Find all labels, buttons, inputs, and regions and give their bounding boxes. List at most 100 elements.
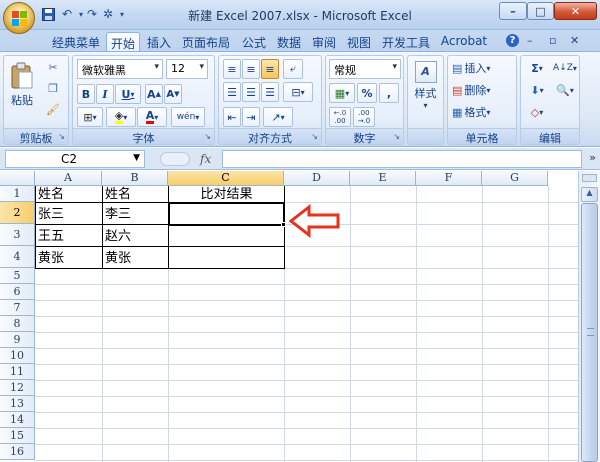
formula-bar-splitter[interactable]: [160, 152, 190, 166]
office-button[interactable]: [3, 2, 35, 34]
font-name-combo[interactable]: 微软雅黑 ▾: [77, 59, 163, 79]
row-header-4[interactable]: 4: [0, 246, 35, 268]
cell-B1[interactable]: 姓名: [103, 187, 168, 202]
row-header-8[interactable]: 8: [0, 316, 35, 332]
select-all-corner[interactable]: [0, 171, 35, 186]
cell-B2[interactable]: 李三: [103, 205, 168, 224]
column-header-G[interactable]: G: [482, 171, 548, 186]
align-center-button[interactable]: ☰: [242, 82, 260, 102]
align-right-button[interactable]: ☰: [261, 82, 279, 102]
tab-insert[interactable]: 插入: [143, 32, 175, 51]
row-header-3[interactable]: 3: [0, 224, 35, 246]
column-header-F[interactable]: F: [416, 171, 482, 186]
fill-button[interactable]: ⬇ ▾: [523, 80, 551, 100]
tab-developer[interactable]: 开发工具: [378, 32, 434, 51]
row-header-10[interactable]: 10: [0, 348, 35, 364]
expand-formula-bar-icon[interactable]: »: [589, 151, 596, 164]
italic-button[interactable]: I: [96, 84, 114, 104]
clear-button[interactable]: ◇ ▾: [523, 102, 551, 122]
row-header-15[interactable]: 15: [0, 428, 35, 444]
alignment-launcher-icon[interactable]: ↘: [311, 132, 318, 141]
workbook-close-icon[interactable]: ✕: [570, 34, 579, 47]
row-header-11[interactable]: 11: [0, 364, 35, 380]
format-cells-button[interactable]: ▦ 格式 ▾: [451, 102, 515, 122]
shrink-font-button[interactable]: A ▼: [164, 84, 182, 104]
column-header-E[interactable]: E: [350, 171, 416, 186]
tab-page-layout[interactable]: 页面布局: [177, 32, 235, 51]
align-middle-button[interactable]: ≡: [242, 59, 260, 79]
autosum-button[interactable]: Σ ▾: [523, 58, 551, 78]
fill-color-button[interactable]: ◈ ▾: [106, 107, 136, 127]
row-header-5[interactable]: 5: [0, 268, 35, 284]
column-header-D[interactable]: D: [284, 171, 350, 186]
tab-classic-menu[interactable]: 经典菜单: [48, 32, 104, 51]
phonetic-guide-button[interactable]: wén ▾: [171, 107, 205, 127]
number-format-combo[interactable]: 常规 ▾: [329, 59, 401, 79]
percent-button[interactable]: %: [357, 83, 377, 103]
formula-input[interactable]: [222, 150, 582, 168]
align-left-button[interactable]: ☰: [223, 82, 241, 102]
scroll-thumb[interactable]: [581, 203, 598, 462]
font-size-combo[interactable]: 12 ▾: [166, 59, 208, 79]
insert-function-button[interactable]: fx: [200, 152, 211, 166]
row-header-16[interactable]: 16: [0, 444, 35, 460]
tab-data[interactable]: 数据: [273, 32, 305, 51]
workbook-restore-icon[interactable]: ▫: [549, 34, 556, 47]
worksheet-grid[interactable]: ABCDEFG 1 2 3 4 5 6 7 8 9 10 11 12 13 14 15 16 姓名 姓名 比对…: [0, 171, 600, 462]
column-header-C[interactable]: C: [168, 171, 284, 186]
row-header-9[interactable]: 9: [0, 332, 35, 348]
column-header-A[interactable]: A: [35, 171, 102, 186]
cell-C1[interactable]: 比对结果: [169, 187, 284, 202]
row-header-7[interactable]: 7: [0, 300, 35, 316]
cut-button[interactable]: ✂: [41, 57, 65, 77]
maximize-button[interactable]: □: [527, 2, 554, 20]
active-cell-C2[interactable]: [168, 202, 285, 226]
row-header-13[interactable]: 13: [0, 396, 35, 412]
split-box[interactable]: [582, 174, 597, 182]
clipboard-launcher-icon[interactable]: ↘: [58, 132, 65, 141]
merge-center-button[interactable]: ⊟ ▾: [283, 82, 313, 102]
cell-A3[interactable]: 王五: [36, 227, 102, 246]
vertical-scrollbar[interactable]: ▲: [578, 171, 600, 462]
row-header-2[interactable]: 2: [0, 202, 35, 224]
column-header-B[interactable]: B: [102, 171, 168, 186]
tab-acrobat[interactable]: Acrobat: [437, 32, 491, 51]
copy-button[interactable]: ❐: [41, 78, 65, 98]
increase-decimal-button[interactable]: ←.0 .00: [329, 107, 351, 127]
cell-A4[interactable]: 黄张: [36, 249, 102, 268]
bold-button[interactable]: B: [77, 84, 95, 104]
increase-indent-button[interactable]: ⇥: [242, 107, 260, 127]
currency-button[interactable]: ▦ ▾: [329, 83, 355, 103]
delete-cells-button[interactable]: ▤ 删除 ▾: [451, 80, 515, 100]
help-icon[interactable]: ?: [506, 34, 519, 47]
insert-cells-button[interactable]: ▤ 插入 ▾: [451, 58, 515, 78]
comma-button[interactable]: ,: [379, 83, 399, 103]
tab-formulas[interactable]: 公式: [238, 32, 270, 51]
decrease-decimal-button[interactable]: .00 →.0: [353, 107, 375, 127]
font-color-button[interactable]: A ▾: [137, 107, 167, 127]
cell-B3[interactable]: 赵六: [103, 227, 168, 246]
row-header-14[interactable]: 14: [0, 412, 35, 428]
orientation-button[interactable]: ↗ ▾: [263, 107, 293, 127]
close-button[interactable]: ✕: [554, 2, 597, 20]
align-bottom-button[interactable]: ≡: [261, 59, 279, 79]
format-painter-button[interactable]: 🖌: [41, 99, 65, 119]
minimize-button[interactable]: –: [499, 2, 527, 20]
find-select-button[interactable]: 🔍 ▾: [551, 80, 579, 100]
align-top-button[interactable]: ≡: [223, 59, 241, 79]
decrease-indent-button[interactable]: ⇤: [223, 107, 241, 127]
grow-font-button[interactable]: A ▲: [145, 84, 163, 104]
sort-filter-button[interactable]: A↓Z ▾: [551, 58, 579, 78]
paste-button[interactable]: 粘贴: [6, 58, 38, 112]
wrap-text-button[interactable]: ⤶: [283, 59, 303, 79]
cell-B4[interactable]: 黄张: [103, 249, 168, 268]
tab-review[interactable]: 审阅: [308, 32, 340, 51]
styles-button[interactable]: A 样式 ▾: [411, 59, 440, 111]
fill-handle[interactable]: [281, 222, 286, 227]
number-launcher-icon[interactable]: ↘: [393, 132, 400, 141]
name-box[interactable]: C2 ▼: [5, 150, 145, 168]
scroll-up-icon[interactable]: ▲: [581, 187, 598, 202]
font-launcher-icon[interactable]: ↘: [204, 132, 211, 141]
underline-button[interactable]: U ▾: [115, 84, 141, 104]
workbook-minimize-icon[interactable]: –: [527, 34, 533, 47]
